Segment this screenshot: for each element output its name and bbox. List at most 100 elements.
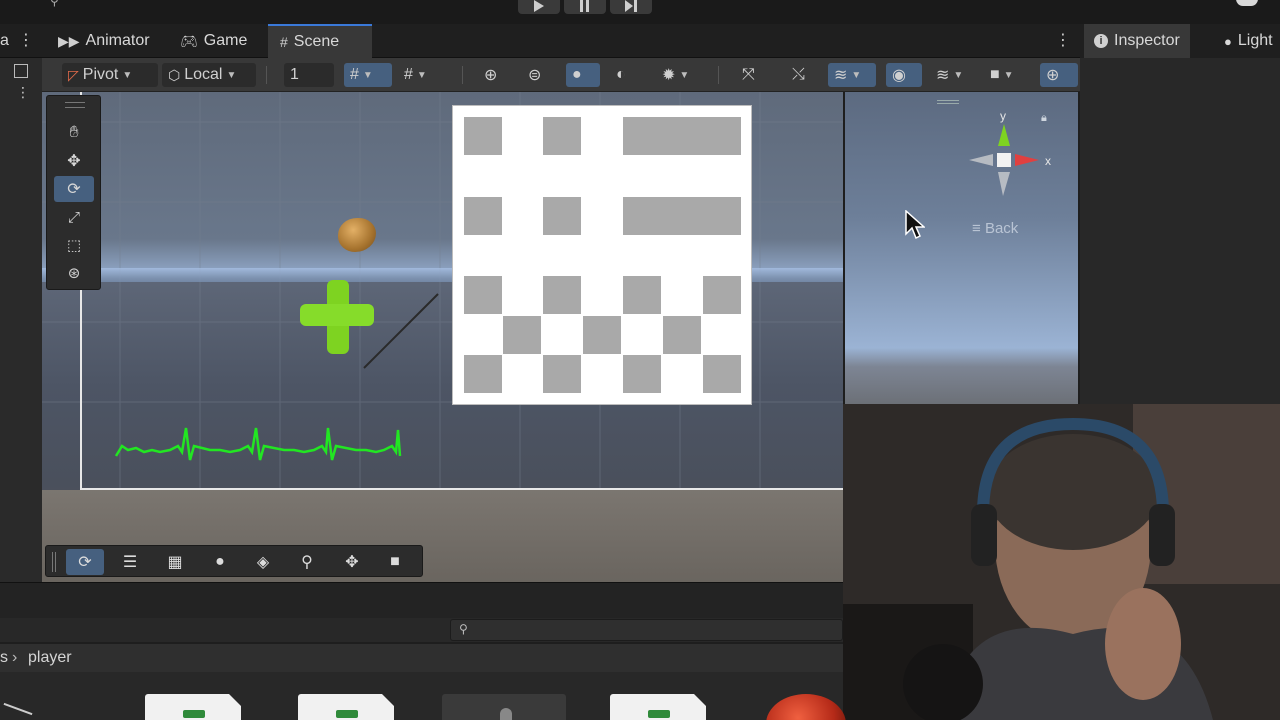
hierarchy-edge: ⋮: [0, 58, 42, 582]
chevron-down-icon: ▼: [362, 69, 373, 81]
tile-pattern-sprite[interactable]: [452, 105, 752, 405]
transform-tool-button[interactable]: ⊛: [54, 260, 94, 286]
tab-scene[interactable]: # Scene: [268, 24, 372, 58]
account-icon[interactable]: [1236, 0, 1258, 6]
visibility-toggle[interactable]: ◉: [886, 63, 922, 87]
chevron-down-icon: ▼: [226, 69, 237, 81]
heartbeat-line[interactable]: [114, 426, 404, 466]
pause-button[interactable]: [564, 0, 606, 14]
animator-icon: ▶▶: [58, 32, 80, 49]
overlay-settings-button[interactable]: ☰: [111, 549, 149, 575]
play-button[interactable]: [518, 0, 560, 14]
layers-dropdown[interactable]: ≋ ▼: [930, 63, 976, 87]
sphere-grid-icon: ⊜: [528, 67, 542, 84]
chevron-down-icon: ▼: [122, 69, 133, 81]
layers-icon: ≋: [834, 67, 848, 84]
pause-icon: [580, 0, 589, 12]
local-label: Local: [184, 66, 223, 83]
camera-dropdown[interactable]: ■ ▼: [984, 63, 1032, 87]
project-search-input[interactable]: ⚲: [450, 619, 843, 641]
stick-sprite[interactable]: [360, 292, 442, 372]
overlay-drag-handle[interactable]: [52, 552, 56, 572]
tab-animator[interactable]: ▶▶ Animator: [46, 24, 162, 58]
rotate-tool-button[interactable]: ⟳: [54, 176, 94, 202]
grid-snap-toggle[interactable]: # ▼: [344, 63, 392, 87]
overlay-grid-button[interactable]: ▦: [156, 549, 194, 575]
effects-dropdown[interactable]: ≋ ▼: [828, 63, 876, 87]
maximize-icon[interactable]: [14, 64, 28, 78]
tab-menu-icon[interactable]: ⋮: [18, 30, 34, 50]
tile: [464, 197, 502, 235]
grid-icon: ▦: [167, 554, 183, 571]
asset-prefab[interactable]: [442, 694, 566, 720]
shading-unlit-button[interactable]: ◐: [610, 63, 642, 87]
breadcrumb-parent[interactable]: s: [0, 649, 8, 667]
tab-lighting[interactable]: ● Light: [1214, 24, 1280, 58]
breadcrumb-current[interactable]: player: [28, 649, 72, 667]
tile: [583, 316, 621, 354]
tile: [663, 316, 701, 354]
scale-tool-button[interactable]: ⤢: [54, 204, 94, 230]
move-tool-button[interactable]: ✥: [54, 148, 94, 174]
render-mode-dropdown[interactable]: ✹ ▼: [656, 63, 704, 87]
pivot-dropdown[interactable]: ◸ Pivot ▼: [62, 63, 158, 87]
link-icon: ⚲: [50, 0, 59, 8]
rotate-icon: ⟳: [78, 554, 92, 571]
gizmo-drag-handle[interactable]: [937, 100, 959, 104]
shading-wireframe-button[interactable]: ⊕: [478, 63, 510, 87]
asset-material-sphere[interactable]: [752, 694, 846, 720]
asset-script-3[interactable]: [610, 693, 707, 720]
camera-icon: ■: [390, 553, 400, 570]
tab-inspector[interactable]: i Inspector: [1084, 24, 1190, 58]
shading-shaded-button[interactable]: ●: [566, 63, 600, 87]
2d-toggle[interactable]: ⤧: [736, 63, 768, 87]
bug-icon: ✹: [662, 67, 676, 84]
local-dropdown[interactable]: ⬡ Local ▼: [162, 63, 256, 87]
scene-menu-icon[interactable]: ⋮: [1055, 30, 1071, 50]
hand-tool-button[interactable]: ✋︎: [54, 120, 94, 146]
tile: [703, 355, 741, 393]
left-menu-icon[interactable]: ⋮: [16, 84, 30, 101]
overlay-sphere-button[interactable]: ●: [201, 549, 239, 575]
overlay-layers-button[interactable]: ◈: [244, 549, 282, 575]
overlay-camera-button[interactable]: ■: [376, 549, 414, 575]
overlay-rotate-button[interactable]: ⟳: [66, 549, 104, 575]
shading-mixed-button[interactable]: ⊜: [522, 63, 554, 87]
script-icon: [648, 710, 670, 718]
breadcrumb-separator-icon: ›: [12, 649, 18, 666]
gizmos-dropdown[interactable]: ⊕: [1040, 63, 1078, 87]
divider: [462, 66, 463, 84]
palette-drag-handle[interactable]: [65, 102, 85, 108]
overlay-move-button[interactable]: ✥: [333, 549, 371, 575]
snap-increment-toggle[interactable]: # ▼: [398, 63, 446, 87]
grid-size-input[interactable]: 1: [284, 63, 334, 87]
stack-icon: ≋: [936, 67, 950, 84]
chevron-down-icon: ▼: [679, 69, 690, 81]
step-button[interactable]: [610, 0, 652, 14]
lighting-toggle[interactable]: ⤯: [786, 63, 818, 87]
orientation-gizmo[interactable]: y x: [963, 108, 1063, 198]
chevron-down-icon: ▼: [1003, 69, 1014, 81]
rect-tool-button[interactable]: ⬚: [54, 232, 94, 258]
move-icon: ✥: [345, 554, 359, 571]
tile: [464, 355, 502, 393]
tile: [623, 355, 661, 393]
tab-fragment-a[interactable]: a: [0, 32, 9, 50]
tile: [623, 197, 741, 235]
asset-script-2[interactable]: [298, 693, 395, 720]
light-icon: ⤯: [792, 66, 805, 83]
asset-script-1[interactable]: [145, 693, 242, 720]
sphere-icon: ●: [572, 66, 582, 83]
snap-increment-icon: #: [404, 66, 413, 83]
tile: [623, 117, 741, 155]
scale-tool-icon: ⤢: [67, 208, 80, 226]
hamburger-icon: ≡: [972, 220, 981, 237]
eye-icon: ◉: [892, 67, 906, 84]
overlay-search-button[interactable]: ⚲: [288, 549, 326, 575]
breadcrumb: s › player: [0, 644, 843, 672]
tab-game[interactable]: 🎮︎ Game: [168, 24, 259, 58]
tile: [543, 117, 581, 155]
inspector-panel: [1080, 24, 1280, 404]
hand-tool-icon: ✋︎: [69, 124, 79, 141]
move-tool-icon: ✥: [67, 153, 81, 170]
